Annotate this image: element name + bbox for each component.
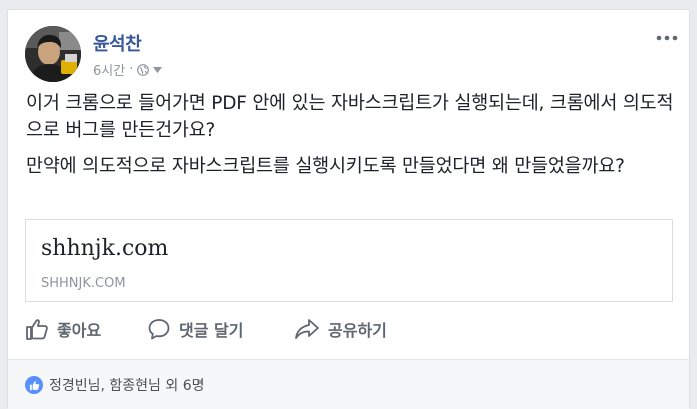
post-meta: 6시간 · xyxy=(93,60,163,79)
comment-icon xyxy=(148,319,170,340)
link-title: shhnjk.com xyxy=(41,236,169,261)
comment-button[interactable]: 댓글 달기 xyxy=(147,317,243,341)
share-icon xyxy=(295,319,319,339)
share-button[interactable]: 공유하기 xyxy=(294,317,387,341)
share-label: 공유하기 xyxy=(328,321,387,340)
reactions-bar: 정경빈님, 함종현님 외 6명 xyxy=(8,359,689,409)
like-button[interactable]: 좋아요 xyxy=(25,317,101,341)
post-time[interactable]: 6시간 xyxy=(93,60,125,79)
reaction-summary[interactable]: 정경빈님, 함종현님 외 6명 xyxy=(25,375,205,395)
comment-label: 댓글 달기 xyxy=(179,321,244,340)
avatar[interactable] xyxy=(25,26,81,82)
action-bar: 좋아요 댓글 달기 공유하기 xyxy=(8,309,689,349)
link-domain: SHHNJK.COM xyxy=(41,276,126,291)
post-paragraph: 이거 크롬으로 들어가면 PDF 안에 있는 자바스크립트가 실행되는데, 크롬… xyxy=(26,93,674,141)
avatar-photo xyxy=(25,26,81,82)
more-options-icon[interactable] xyxy=(656,34,678,42)
author-name[interactable]: 윤석찬 xyxy=(93,30,142,56)
reaction-text: 정경빈님, 함종현님 외 6명 xyxy=(49,378,205,394)
post-body: 이거 크롬으로 들어가면 PDF 안에 있는 자바스크립트가 실행되는데, 크롬… xyxy=(26,90,676,189)
post-card: 윤석찬 6시간 · 이거 크롬으로 들어가면 PDF 안에 있는 자바스크립트가… xyxy=(7,9,690,409)
like-reaction-icon xyxy=(25,376,43,394)
thumbs-up-icon xyxy=(26,319,48,340)
globe-icon[interactable] xyxy=(137,63,150,76)
meta-separator: · xyxy=(129,62,134,77)
chevron-down-icon[interactable] xyxy=(153,66,163,73)
link-preview[interactable]: shhnjk.com SHHNJK.COM xyxy=(25,219,673,302)
like-label: 좋아요 xyxy=(57,321,102,340)
post-paragraph: 만약에 의도적으로 자바스크립트를 실행시키도록 만들었다면 왜 만들었을까요? xyxy=(26,156,625,177)
